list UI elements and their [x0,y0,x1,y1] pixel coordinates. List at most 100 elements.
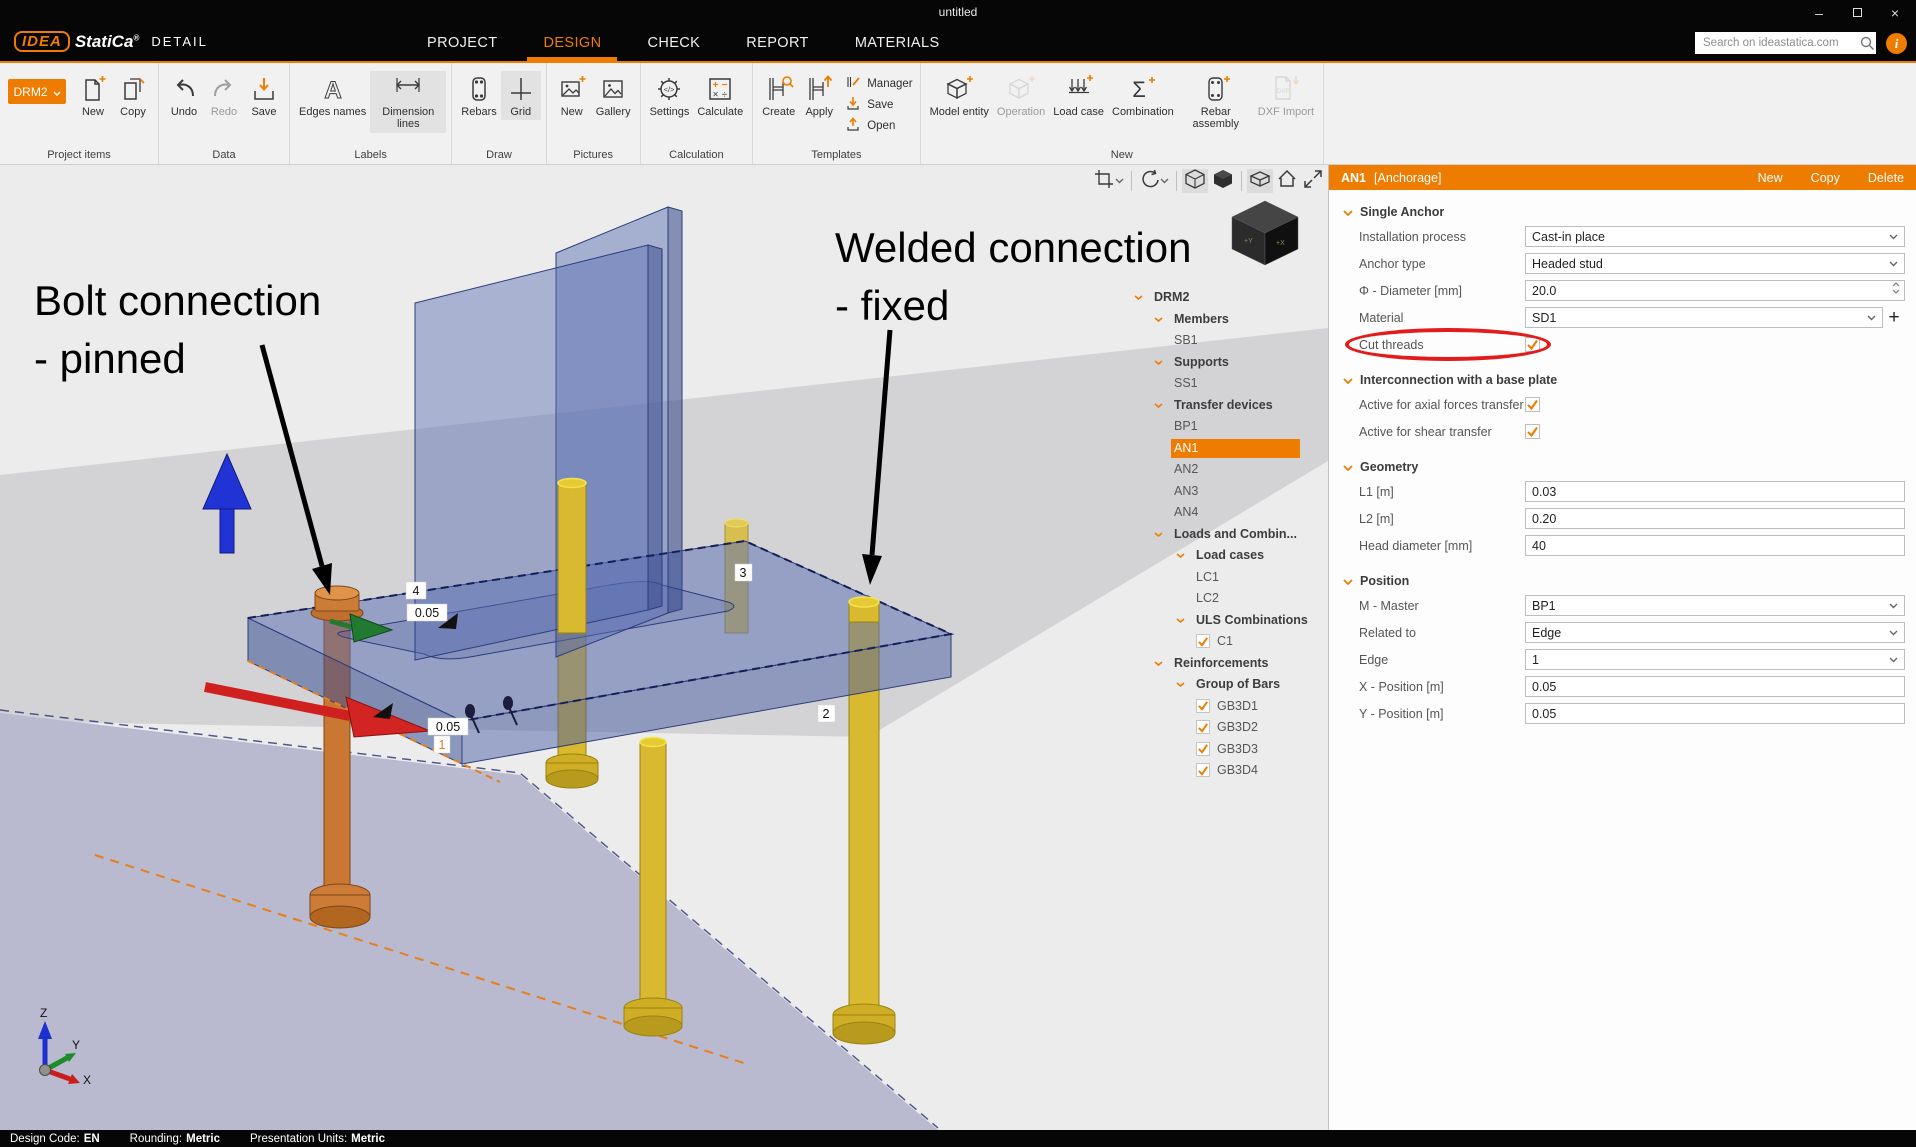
checkbox-cut-threads[interactable] [1525,337,1540,352]
ribbon-button-calculate[interactable]: +−×÷Calculate [693,71,747,120]
ribbon-button-create[interactable]: Create [758,71,799,120]
tree-item-gb3d3[interactable]: GB3D3 [1124,739,1326,761]
input-l1-m-[interactable] [1525,481,1905,502]
tree-item-transfer-devices[interactable]: Transfer devices [1124,395,1326,417]
tree-item-load-cases[interactable]: Load cases [1124,545,1326,567]
dropdown-anchor-type[interactable]: Headed stud [1525,253,1905,274]
clip-box-button[interactable] [1247,169,1273,193]
rotate-tool-button[interactable] [1137,169,1171,193]
column-flange-plate[interactable] [415,245,662,660]
ribbon-button-load-case[interactable]: Load case [1049,71,1108,120]
search-input[interactable] [1695,37,1859,49]
chevron-down-icon[interactable] [1889,603,1898,609]
ribbon-button-manager[interactable]: Manager [845,73,912,94]
input-y-position-m-[interactable] [1525,703,1905,724]
ribbon-button-settings[interactable]: </>Settings [646,71,694,120]
viewport-3d[interactable]: 4 0.05 0.05 1 3 2 Bolt connection - pinn… [0,165,1328,1130]
delete-button[interactable]: Delete [1868,171,1904,185]
ribbon-button-edges-names[interactable]: AEdges names [295,71,370,120]
tree-item-uls-combinations[interactable]: ULS Combinations [1124,610,1326,632]
tab-report[interactable]: REPORT [723,25,832,61]
tab-check[interactable]: CHECK [624,25,723,61]
ribbon-button-undo[interactable]: Undo [164,71,204,120]
tree-item-an3[interactable]: AN3 [1124,481,1326,503]
chevron-down-icon[interactable] [1343,371,1353,389]
maximize-button[interactable] [1838,0,1876,25]
minimize-button[interactable]: – [1800,0,1838,25]
tree-item-loads-and-combin-[interactable]: Loads and Combin... [1124,524,1326,546]
add-material-button[interactable]: + [1883,307,1905,328]
ribbon-button-gallery[interactable]: Gallery [592,71,635,120]
tree-item-an2[interactable]: AN2 [1124,459,1326,481]
project-item-selector[interactable]: DRM2 [8,79,66,104]
dropdown-installation-process[interactable]: Cast-in place [1525,226,1905,247]
checkbox-active-for-axial-forces-transfer[interactable] [1525,397,1540,412]
search-icon[interactable] [1859,36,1876,51]
checkbox-active-for-shear-transfer[interactable] [1525,424,1540,439]
tree-item-lc1[interactable]: LC1 [1124,567,1326,589]
spinner-buttons[interactable] [1892,282,1900,294]
chevron-down-icon[interactable] [1154,661,1163,666]
chevron-down-icon[interactable] [1115,178,1124,184]
ribbon-button-rebar-assembly[interactable]: Rebar assembly [1178,71,1254,133]
tree-checkbox[interactable] [1196,634,1210,648]
dropdown-edge[interactable]: 1 [1525,649,1905,670]
chevron-down-icon[interactable] [1176,618,1185,623]
dropdown-related-to[interactable]: Edge [1525,622,1905,643]
tree-item-gb3d2[interactable]: GB3D2 [1124,717,1326,739]
cube-solid-button[interactable] [1210,169,1236,193]
tree-item-gb3d4[interactable]: GB3D4 [1124,760,1326,782]
tab-design[interactable]: DESIGN [520,25,624,61]
dropdown-material[interactable]: SD1 [1525,307,1883,328]
crop-tool-button[interactable] [1092,169,1126,193]
close-button[interactable]: × [1876,0,1914,25]
chevron-down-icon[interactable] [1343,572,1353,590]
tree-item-lc2[interactable]: LC2 [1124,588,1326,610]
chevron-down-icon[interactable] [1154,403,1163,408]
tree-checkbox[interactable] [1196,720,1210,734]
tab-materials[interactable]: MATERIALS [832,25,963,61]
input-l2-m-[interactable] [1525,508,1905,529]
anchor-an2-upper[interactable] [558,479,586,634]
home-button[interactable] [1275,169,1299,193]
ribbon-button-open[interactable]: Open [845,115,912,136]
chevron-down-icon[interactable] [1154,360,1163,365]
ribbon-button-new[interactable]: New [552,71,592,120]
tree-checkbox[interactable] [1196,699,1210,713]
ribbon-button-dimension-lines[interactable]: Dimension lines [370,71,446,133]
chevron-down-icon[interactable] [1343,458,1353,476]
ribbon-button-save[interactable]: Save [244,71,284,120]
tree-item-an4[interactable]: AN4 [1124,502,1326,524]
tree-item-an1[interactable]: AN1 [1124,438,1326,460]
info-button[interactable]: i [1886,33,1907,54]
copy-button[interactable]: Copy [1811,171,1840,185]
tree-item-supports[interactable]: Supports [1124,352,1326,374]
tree-item-sb1[interactable]: SB1 [1124,330,1326,352]
tree-item-c1[interactable]: C1 [1124,631,1326,653]
ribbon-button-model-entity[interactable]: Model entity [926,71,993,120]
tree-item-gb3d1[interactable]: GB3D1 [1124,696,1326,718]
ribbon-button-copy[interactable]: Copy [113,71,153,120]
tree-item-ss1[interactable]: SS1 [1124,373,1326,395]
input-x-position-m-[interactable] [1525,676,1905,697]
chevron-down-icon[interactable] [1889,657,1898,663]
chevron-down-icon[interactable] [1889,261,1898,267]
chevron-down-icon[interactable] [1160,178,1169,184]
expand-button[interactable] [1301,169,1325,193]
chevron-down-icon[interactable] [1134,295,1143,300]
tree-item-drm2[interactable]: DRM2 [1124,287,1326,309]
ribbon-button-new[interactable]: New [73,71,113,120]
ribbon-button-apply[interactable]: Apply [799,71,839,120]
chevron-down-icon[interactable] [1867,315,1876,321]
spinner--diameter-mm-[interactable] [1525,280,1905,301]
new-button[interactable]: New [1758,171,1783,185]
dropdown-m-master[interactable]: BP1 [1525,595,1905,616]
chevron-down-icon[interactable] [1889,630,1898,636]
tree-item-members[interactable]: Members [1124,309,1326,331]
ribbon-button-combination[interactable]: ΣCombination [1108,71,1178,120]
ribbon-button-save[interactable]: Save [845,94,912,115]
input-head-diameter-mm-[interactable] [1525,535,1905,556]
tree-item-reinforcements[interactable]: Reinforcements [1124,653,1326,675]
tree-checkbox[interactable] [1196,742,1210,756]
chevron-down-icon[interactable] [1343,203,1353,221]
